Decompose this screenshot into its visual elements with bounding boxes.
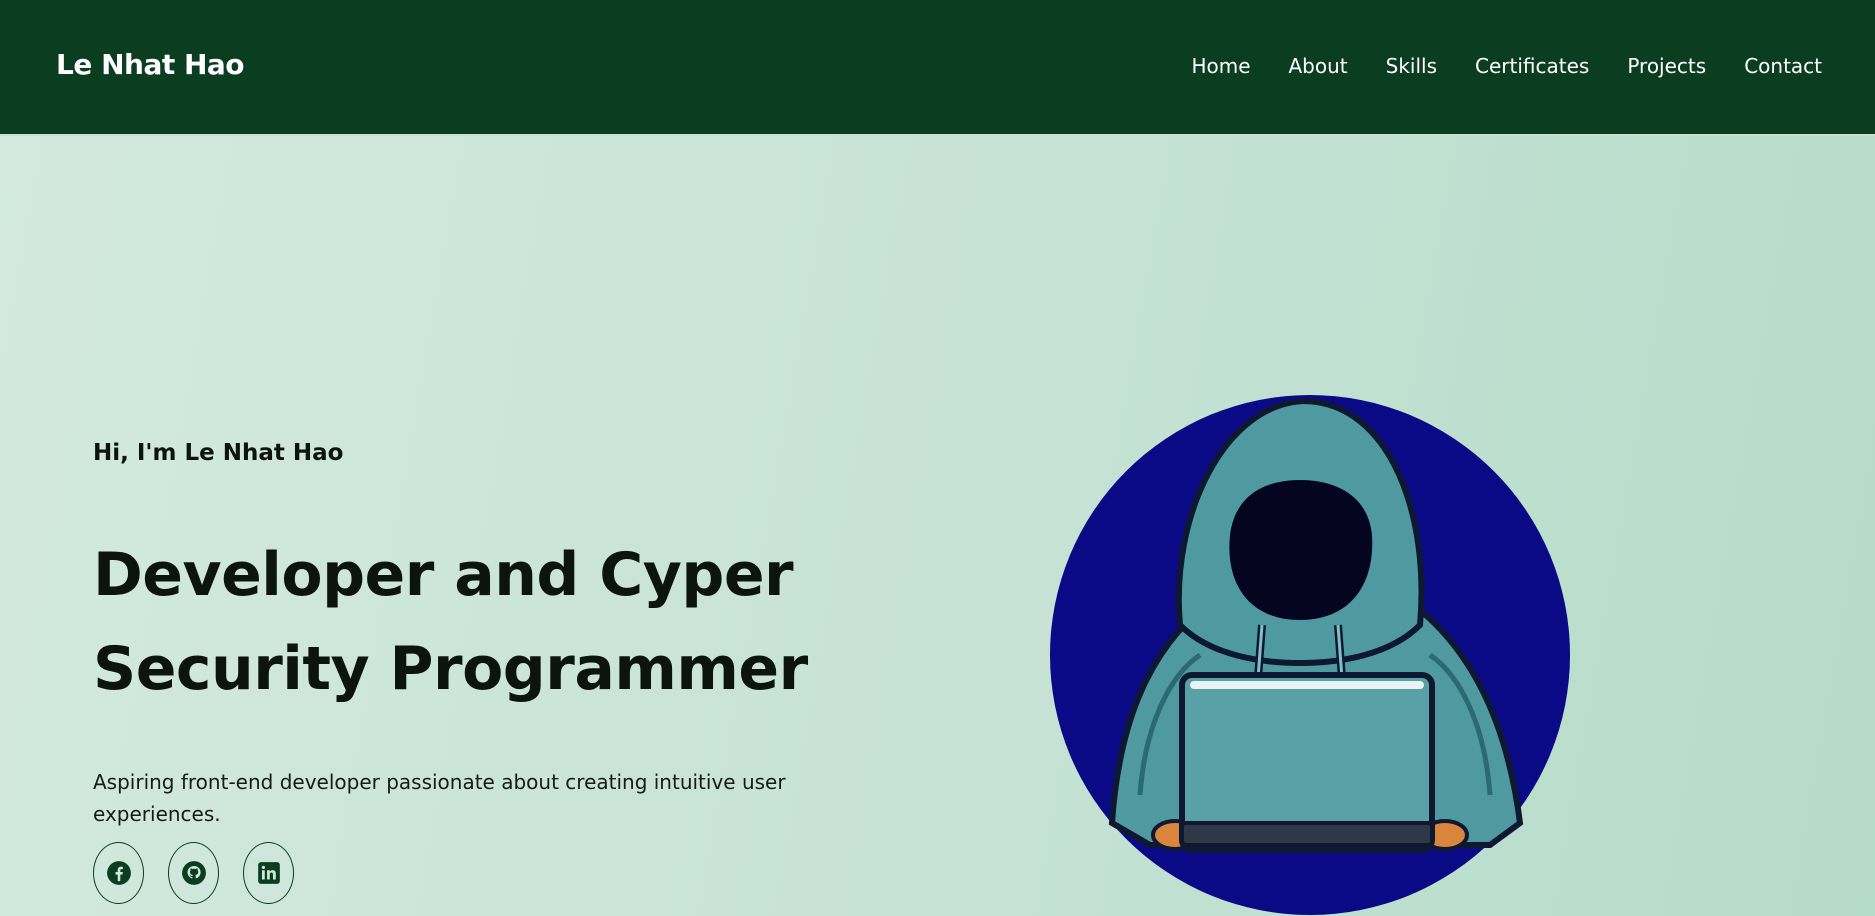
- facebook-button[interactable]: [93, 842, 144, 904]
- linkedin-icon: [257, 862, 280, 884]
- linkedin-button[interactable]: [243, 842, 294, 904]
- hood-face-shadow: [1229, 480, 1373, 620]
- hero-headline: Developer and Cyper Security Programmer: [93, 528, 813, 716]
- nav-menu: Home About Skills Certificates Projects …: [1191, 54, 1822, 78]
- laptop-base: [1180, 821, 1434, 847]
- facebook-icon: [106, 861, 131, 885]
- nav-link-certificates[interactable]: Certificates: [1475, 54, 1589, 78]
- hero-intro: Hi, I'm Le Nhat Hao Developer and Cyper …: [93, 440, 813, 904]
- social-links: [93, 842, 813, 904]
- nav-link-home[interactable]: Home: [1191, 54, 1250, 78]
- nav-link-contact[interactable]: Contact: [1744, 54, 1822, 78]
- github-icon: [181, 861, 206, 885]
- hero-headline-line2: Security Programmer: [93, 634, 808, 704]
- hero-tagline: Aspiring front-end developer passionate …: [93, 770, 786, 826]
- nav-link-projects[interactable]: Projects: [1627, 54, 1706, 78]
- github-button[interactable]: [168, 842, 219, 904]
- nav-link-about[interactable]: About: [1289, 54, 1348, 78]
- hacker-illustration: [1050, 395, 1570, 915]
- nav-link-skills[interactable]: Skills: [1386, 54, 1437, 78]
- brand-logo[interactable]: Le Nhat Hao: [56, 48, 245, 81]
- navbar: Le Nhat Hao Home About Skills Certificat…: [0, 0, 1875, 136]
- hero-greeting: Hi, I'm Le Nhat Hao: [93, 440, 344, 466]
- hero-headline-line1: Developer and Cyper: [93, 540, 794, 610]
